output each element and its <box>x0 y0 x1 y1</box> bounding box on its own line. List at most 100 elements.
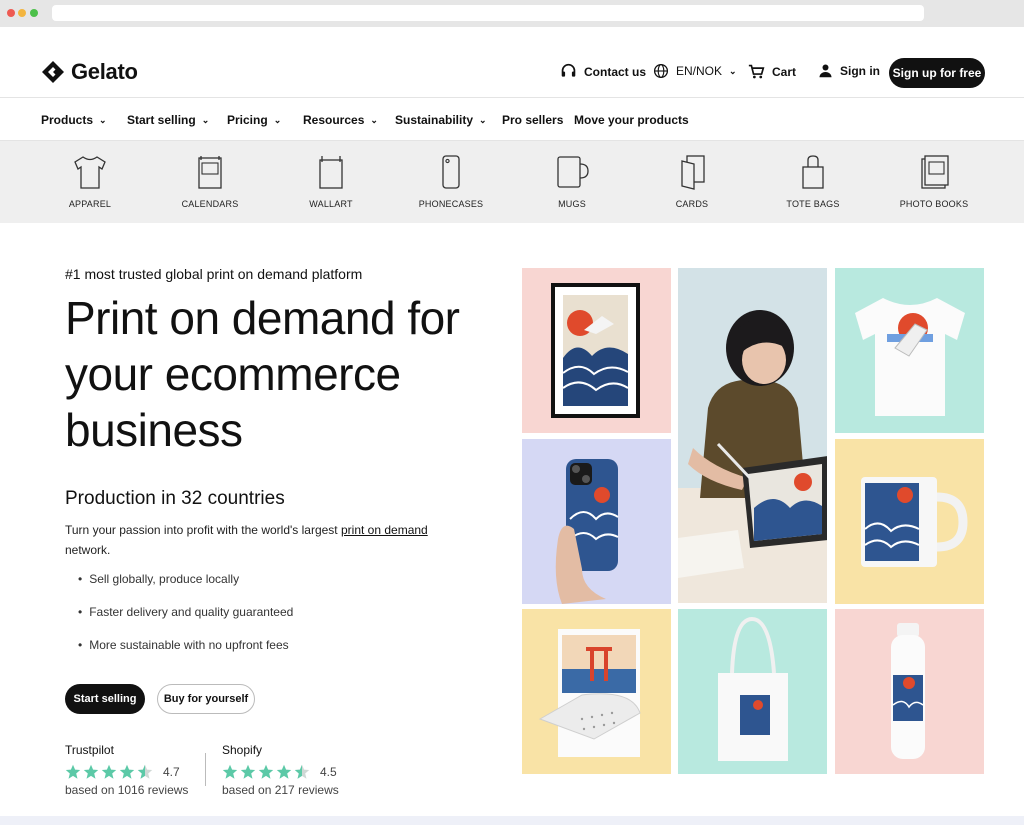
print-on-demand-link[interactable]: print on demand <box>341 523 428 537</box>
wall-art-image <box>522 268 671 433</box>
nav-item-label: Sustainability <box>395 113 474 127</box>
main-nav: Products ⌄ Start selling ⌄ Pricing ⌄ Resour… <box>0 97 1024 141</box>
cart-label: Cart <box>772 64 797 79</box>
category-label: MUGS <box>558 199 586 209</box>
sign-in-label: Sign in <box>840 63 880 78</box>
photo-book-icon <box>921 155 949 189</box>
cart-icon <box>748 64 765 79</box>
tshirt-icon <box>74 156 106 189</box>
rating-score: 4.7 <box>163 765 180 779</box>
category-label: APPAREL <box>68 199 112 209</box>
nav-item-label: Resources <box>303 113 365 127</box>
artist-drawing-photo <box>678 268 827 603</box>
chevron-down-icon: ⌄ <box>729 65 737 76</box>
hero-section: #1 most trusted global print on demand p… <box>65 266 505 458</box>
trustpilot-rating[interactable]: Trustpilot 4.7 based on 1016 reviews <box>65 743 188 797</box>
rating-source: Trustpilot <box>65 743 114 757</box>
star-icon <box>83 764 99 779</box>
category-photo-books[interactable]: PHOTO BOOKS <box>874 153 994 209</box>
nav-item-label: Pro sellers <box>502 113 564 127</box>
half-star-icon <box>137 764 153 779</box>
nav-item-sustainability[interactable]: Sustainability ⌄ <box>395 113 487 127</box>
nav-item-label: Move your products <box>574 113 689 127</box>
phone-icon <box>442 155 460 189</box>
category-bar: APPAREL CALENDARS WALLART PHONECASES MUG… <box>0 141 1024 223</box>
category-label: PHONECASES <box>418 199 484 209</box>
globe-icon <box>653 63 669 79</box>
start-selling-button[interactable]: Start selling <box>65 684 145 714</box>
star-icon <box>119 764 135 779</box>
tote-bag-image <box>678 609 827 774</box>
brand-name: Gelato <box>71 59 138 84</box>
category-mugs[interactable]: MUGS <box>512 153 632 209</box>
category-label: CALENDARS <box>181 199 239 209</box>
review-count: based on 217 reviews <box>222 783 339 797</box>
chevron-down-icon: ⌄ <box>479 114 487 125</box>
language-label: EN/NOK <box>676 64 723 78</box>
nav-item-start-selling[interactable]: Start selling ⌄ <box>127 113 209 127</box>
contact-us-link[interactable]: Contact us <box>560 63 646 80</box>
water-bottle-image <box>835 609 984 774</box>
nav-item-resources[interactable]: Resources ⌄ <box>303 113 378 127</box>
chevron-down-icon: ⌄ <box>201 114 210 125</box>
browser-chrome <box>0 0 1024 27</box>
star-icon <box>276 764 292 779</box>
benefits-list: Sell globally, produce locally Faster de… <box>78 572 293 671</box>
list-item: Sell globally, produce locally <box>78 572 293 605</box>
buy-for-yourself-button[interactable]: Buy for yourself <box>157 684 255 714</box>
hero-subtitle: Production in 32 countries <box>65 488 285 509</box>
star-rating <box>222 764 310 780</box>
cards-icon <box>681 155 705 190</box>
nav-item-products[interactable]: Products ⌄ <box>41 113 107 127</box>
star-icon <box>101 764 117 779</box>
user-icon <box>819 64 832 78</box>
gelato-logo[interactable]: Gelato <box>41 59 138 85</box>
nav-item-label: Products <box>41 113 94 127</box>
hero-title: Print on demand for your ecommerce busin… <box>65 292 460 456</box>
nav-item-pricing[interactable]: Pricing ⌄ <box>227 113 281 127</box>
description-text-end: network. <box>65 543 111 557</box>
category-label: CARDS <box>675 199 709 209</box>
rating-divider <box>205 753 206 786</box>
category-calendars[interactable]: CALENDARS <box>150 153 270 209</box>
category-apparel[interactable]: APPAREL <box>30 153 150 209</box>
nav-item-label: Pricing <box>227 113 268 127</box>
phone-case-image <box>522 439 671 604</box>
page-bottom-band <box>0 816 1024 825</box>
star-icon <box>240 764 256 779</box>
rating-score: 4.5 <box>320 765 337 779</box>
calendar-image <box>522 609 671 774</box>
nav-item-move-products[interactable]: Move your products <box>574 113 689 127</box>
contact-us-label: Contact us <box>584 64 647 79</box>
rating-source: Shopify <box>222 743 263 757</box>
sign-up-button[interactable]: Sign up for free <box>889 58 985 88</box>
shopify-rating[interactable]: Shopify 4.5 based on 217 reviews <box>222 743 339 797</box>
nav-item-pro-sellers[interactable]: Pro sellers <box>502 113 563 127</box>
review-count: based on 1016 reviews <box>65 783 189 797</box>
category-phonecases[interactable]: PHONECASES <box>391 153 511 209</box>
maximize-window-dot[interactable] <box>30 9 38 17</box>
frame-icon <box>319 156 343 189</box>
gelato-logo-icon <box>42 61 64 83</box>
nav-item-label: Start selling <box>127 113 196 127</box>
category-cards[interactable]: CARDS <box>632 153 752 209</box>
mug-icon <box>557 156 589 188</box>
chevron-down-icon: ⌄ <box>99 114 107 125</box>
language-selector[interactable]: EN/NOK ⌄ <box>653 63 737 79</box>
cart-link[interactable]: Cart <box>748 63 796 80</box>
star-icon <box>258 764 274 779</box>
half-star-icon <box>294 764 310 779</box>
category-tote-bags[interactable]: TOTE BAGS <box>753 153 873 209</box>
category-label: TOTE BAGS <box>786 199 840 209</box>
calendar-icon <box>198 156 222 189</box>
tote-bag-icon <box>802 155 824 189</box>
category-label: PHOTO BOOKS <box>899 199 969 209</box>
hero-description: Turn your passion into profit with the w… <box>65 520 465 560</box>
sign-in-link[interactable]: Sign in <box>818 63 880 78</box>
address-bar[interactable] <box>52 5 924 21</box>
tshirt-image <box>835 268 984 433</box>
category-wallart[interactable]: WALLART <box>271 153 391 209</box>
close-window-dot[interactable] <box>7 9 15 17</box>
minimize-window-dot[interactable] <box>18 9 26 17</box>
star-rating <box>65 764 153 780</box>
